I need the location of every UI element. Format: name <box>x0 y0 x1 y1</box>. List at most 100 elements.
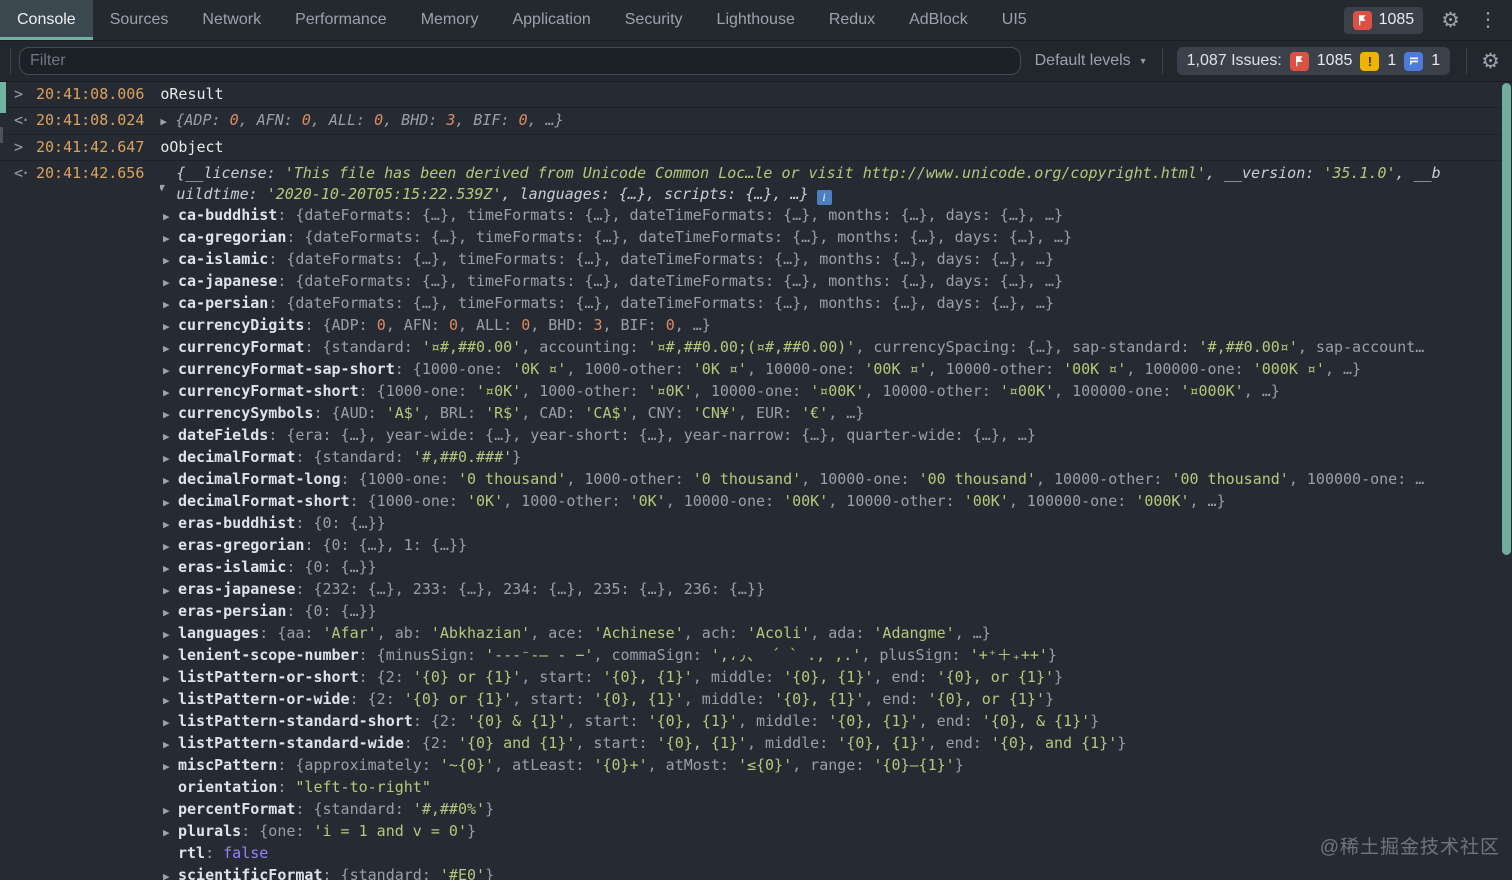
twisty-closed-icon[interactable]: ▶ <box>163 382 178 403</box>
twisty-open-icon[interactable]: ▼ <box>160 177 173 198</box>
object-property-row[interactable]: ▶ eras-japanese: {232: {…}, 233: {…}, 234… <box>0 579 1512 601</box>
twisty-closed-icon[interactable]: ▶ <box>163 448 178 469</box>
info-icon[interactable]: i <box>816 190 832 205</box>
token-p: , 100000-one: … <box>1288 470 1425 488</box>
tab-adblock[interactable]: AdBlock <box>892 0 985 40</box>
twisty-closed-icon[interactable]: ▶ <box>163 624 178 645</box>
token-s: '0K ¤' <box>692 360 747 378</box>
twisty-closed-icon[interactable]: ▶ <box>163 492 178 513</box>
object-property-row[interactable]: ▶ listPattern-standard-short: {2: '{0} & … <box>0 711 1512 733</box>
console-message-row[interactable]: <· 20:41:08.024 ▶ {ADP: 0, AFN: 0, ALL: 0, … <box>0 110 1512 132</box>
object-property-row[interactable]: ▶ decimalFormat-long: {1000-one: '0 thous… <box>0 469 1512 491</box>
twisty-closed-icon[interactable]: ▶ <box>163 822 178 843</box>
twisty-closed-icon[interactable]: ▶ <box>163 668 178 689</box>
twisty-closed-icon[interactable]: ▶ <box>163 602 178 623</box>
object-property-row[interactable]: ▶ miscPattern: {approximately: '~{0}', at… <box>0 755 1512 777</box>
object-property-row[interactable]: ▶ eras-gregorian: {0: {…}, 1: {…}} <box>0 535 1512 557</box>
twisty-closed-icon[interactable]: ▶ <box>163 250 178 271</box>
twisty-closed-icon[interactable]: ▶ <box>163 712 178 733</box>
watermark: @稀土掘金技术社区 <box>1319 837 1500 858</box>
twisty-closed-icon[interactable]: ▶ <box>163 228 178 249</box>
object-property-row[interactable]: ▶ scientificFormat: {standard: '#E0'} <box>0 865 1512 880</box>
object-property-row[interactable]: ▶ currencyFormat: {standard: '¤#,##0.00',… <box>0 337 1512 359</box>
token-s: '+⁺＋₊++' <box>969 646 1048 664</box>
tab-console[interactable]: Console <box>0 0 93 40</box>
twisty-closed-icon[interactable]: ▶ <box>163 866 178 880</box>
vertical-scrollbar-thumb[interactable] <box>1502 83 1511 555</box>
console-settings-gear-icon[interactable]: ⚙ <box>1481 51 1500 72</box>
object-property-row[interactable]: ▶ ca-gregorian: {dateFormats: {…}, timeFo… <box>0 227 1512 249</box>
console-message-row[interactable]: >20:41:42.647 oObject <box>0 137 1512 158</box>
object-property-row[interactable]: ▶ dateFields: {era: {…}, year-wide: {…}, … <box>0 425 1512 447</box>
tab-security[interactable]: Security <box>608 0 700 40</box>
error-count-pill[interactable]: 1085 <box>1343 6 1424 34</box>
twisty-closed-icon[interactable]: ▶ <box>163 470 178 491</box>
object-property-row[interactable]: ▶ listPattern-or-short: {2: '{0} or {1}',… <box>0 667 1512 689</box>
issues-summary[interactable]: 1,087 Issues: 1085 ! 1 1 <box>1176 47 1451 75</box>
tab-network[interactable]: Network <box>185 0 278 40</box>
tab-sources[interactable]: Sources <box>93 0 186 40</box>
object-property-row[interactable]: ▶ currencyDigits: {ADP: 0, AFN: 0, ALL: 0… <box>0 315 1512 337</box>
twisty-closed-icon[interactable]: ▶ <box>163 514 178 535</box>
object-property-row[interactable]: ▶ decimalFormat-short: {1000-one: '0K', 1… <box>0 491 1512 513</box>
twisty-closed-icon[interactable]: ▶ <box>163 756 178 777</box>
twisty-closed-icon[interactable]: ▶ <box>163 338 178 359</box>
twisty-closed-icon[interactable]: ▶ <box>163 800 178 821</box>
console-message-row[interactable]: <· 20:41:42.656 ▼ {__license: 'This file ha… <box>0 163 1512 205</box>
object-property-row[interactable]: ▶ decimalFormat: {standard: '#,##0.###'} <box>0 447 1512 469</box>
token-s: '000K' <box>1135 492 1190 510</box>
object-property-row[interactable]: ▶ listPattern-standard-wide: {2: '{0} and… <box>0 733 1512 755</box>
object-property-row[interactable]: ▶ languages: {aa: 'Afar', ab: 'Abkhazian'… <box>0 623 1512 645</box>
token-p: , 1000-other: <box>503 492 630 510</box>
twisty-closed-icon[interactable]: ▶ <box>163 360 178 381</box>
object-property-row[interactable]: ▶ ca-persian: {dateFormats: {…}, timeForm… <box>0 293 1512 315</box>
twisty-closed-icon[interactable]: ▶ <box>163 690 178 711</box>
token-p: : {0: {…}} <box>286 602 377 620</box>
object-property-row[interactable]: ▶ currencyFormat-short: {1000-one: '¤0K',… <box>0 381 1512 403</box>
object-property-row[interactable]: ▶ listPattern-or-wide: {2: '{0} or {1}', … <box>0 689 1512 711</box>
more-options-kebab-icon[interactable]: ⋮ <box>1478 10 1498 30</box>
twisty-closed-icon[interactable]: ▶ <box>163 734 178 755</box>
tab-lighthouse[interactable]: Lighthouse <box>700 0 812 40</box>
console-message-row[interactable]: >20:41:08.006 oResult <box>0 84 1512 105</box>
token-p: : {1000-one: <box>340 470 458 488</box>
tab-redux[interactable]: Redux <box>812 0 892 40</box>
console-message: <· 20:41:42.656 ▼ {__license: 'This file ha… <box>0 161 1512 880</box>
object-property-row[interactable]: ▶ plurals: {one: 'i = 1 and v = 0'} <box>0 821 1512 843</box>
twisty-closed-icon[interactable]: ▶ <box>163 558 178 579</box>
object-property-row[interactable]: ▶ ca-islamic: {dateFormats: {…}, timeForm… <box>0 249 1512 271</box>
twisty-closed-icon[interactable]: ▶ <box>163 646 178 667</box>
object-property-row[interactable]: ▶ ca-japanese: {dateFormats: {…}, timeFor… <box>0 271 1512 293</box>
tab-memory[interactable]: Memory <box>404 0 496 40</box>
object-property-row[interactable]: ▶ eras-buddhist: {0: {…}} <box>0 513 1512 535</box>
twisty-closed-icon[interactable]: ▶ <box>163 272 178 293</box>
twisty-closed-icon[interactable]: ▶ <box>163 536 178 557</box>
tab-application[interactable]: Application <box>495 0 607 40</box>
twisty-closed-icon[interactable]: ▶ <box>163 294 178 315</box>
twisty-closed-icon[interactable]: ▶ <box>163 316 178 337</box>
twisty-closed-icon[interactable]: ▶ <box>160 111 175 132</box>
settings-gear-icon[interactable]: ⚙ <box>1441 10 1460 31</box>
object-property-row[interactable]: ▶ percentFormat: {standard: '#,##0%'} <box>0 799 1512 821</box>
object-property-row[interactable]: ▶ lenient-scope-number: {minusSign: '---⁻… <box>0 645 1512 667</box>
object-property-row[interactable]: ▶ currencyFormat-sap-short: {1000-one: '0… <box>0 359 1512 381</box>
object-property-row[interactable]: ▶rtl: false <box>0 843 1512 865</box>
twisty-closed-icon[interactable]: ▶ <box>163 580 178 601</box>
object-property-row[interactable]: ▶orientation: "left-to-right" <box>0 777 1512 799</box>
tab-ui5[interactable]: UI5 <box>985 0 1044 40</box>
token-p: , 100000-one: <box>1126 360 1253 378</box>
twisty-closed-icon[interactable]: ▶ <box>163 426 178 447</box>
token-p: , start: <box>575 734 657 752</box>
token-b: false <box>223 844 269 862</box>
token-p: {__license: <box>176 164 285 182</box>
object-property-row[interactable]: ▶ eras-persian: {0: {…}} <box>0 601 1512 623</box>
twisty-closed-icon[interactable]: ▶ <box>163 206 178 227</box>
twisty-closed-icon[interactable]: ▶ <box>163 404 178 425</box>
token-s: '0K ¤' <box>512 360 567 378</box>
filter-input[interactable] <box>19 47 1021 75</box>
object-property-row[interactable]: ▶ currencySymbols: {AUD: 'A$', BRL: 'R$',… <box>0 403 1512 425</box>
log-levels-dropdown[interactable]: Default levels ▼ <box>1035 52 1148 70</box>
tab-performance[interactable]: Performance <box>278 0 404 40</box>
object-property-row[interactable]: ▶ eras-islamic: {0: {…}} <box>0 557 1512 579</box>
object-property-row[interactable]: ▶ ca-buddhist: {dateFormats: {…}, timeFor… <box>0 205 1512 227</box>
